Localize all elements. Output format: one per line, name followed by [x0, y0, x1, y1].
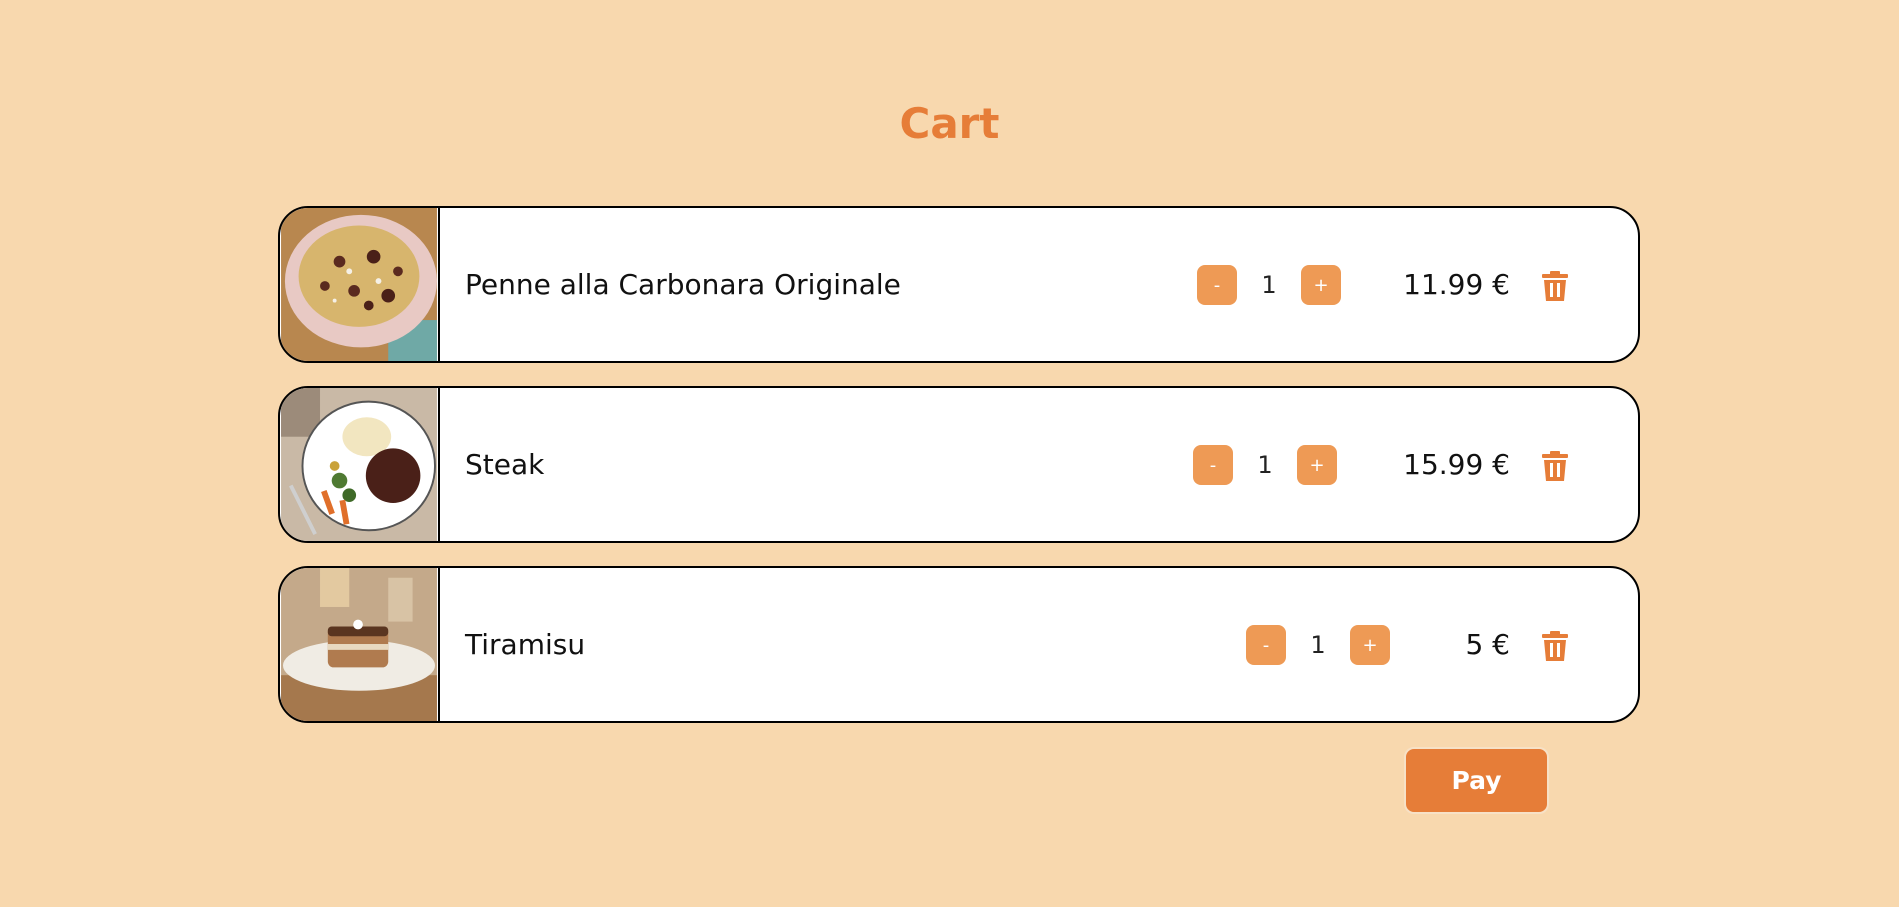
quantity-stepper: - 1 +	[1246, 625, 1390, 665]
trash-icon[interactable]	[1542, 271, 1568, 301]
quantity-stepper: - 1 +	[1197, 265, 1341, 305]
page-title: Cart	[899, 99, 1000, 148]
item-name: Penne alla Carbonara Originale	[465, 268, 901, 301]
quantity-value: 1	[1310, 631, 1326, 659]
cart-item: Tiramisu - 1 + 5 €	[278, 566, 1640, 723]
increment-button[interactable]: +	[1350, 625, 1390, 665]
cart-item: Steak - 1 + 15.99 €	[278, 386, 1640, 543]
trash-icon[interactable]	[1542, 451, 1568, 481]
item-price: 5 €	[1465, 628, 1510, 661]
pay-button[interactable]: Pay	[1404, 747, 1549, 814]
steak-plate-image	[280, 388, 440, 541]
item-price: 11.99 €	[1403, 268, 1510, 301]
decrement-button[interactable]: -	[1246, 625, 1286, 665]
cart-item: Penne alla Carbonara Originale - 1 + 11.…	[278, 206, 1640, 363]
pasta-carbonara-image	[280, 208, 440, 361]
quantity-value: 1	[1257, 451, 1273, 479]
quantity-stepper: - 1 +	[1193, 445, 1337, 485]
item-price: 15.99 €	[1403, 448, 1510, 481]
tiramisu-image	[280, 568, 440, 721]
trash-icon[interactable]	[1542, 631, 1568, 661]
quantity-value: 1	[1261, 271, 1277, 299]
decrement-button[interactable]: -	[1197, 265, 1237, 305]
item-name: Steak	[465, 448, 545, 481]
item-name: Tiramisu	[465, 628, 586, 661]
increment-button[interactable]: +	[1297, 445, 1337, 485]
decrement-button[interactable]: -	[1193, 445, 1233, 485]
increment-button[interactable]: +	[1301, 265, 1341, 305]
